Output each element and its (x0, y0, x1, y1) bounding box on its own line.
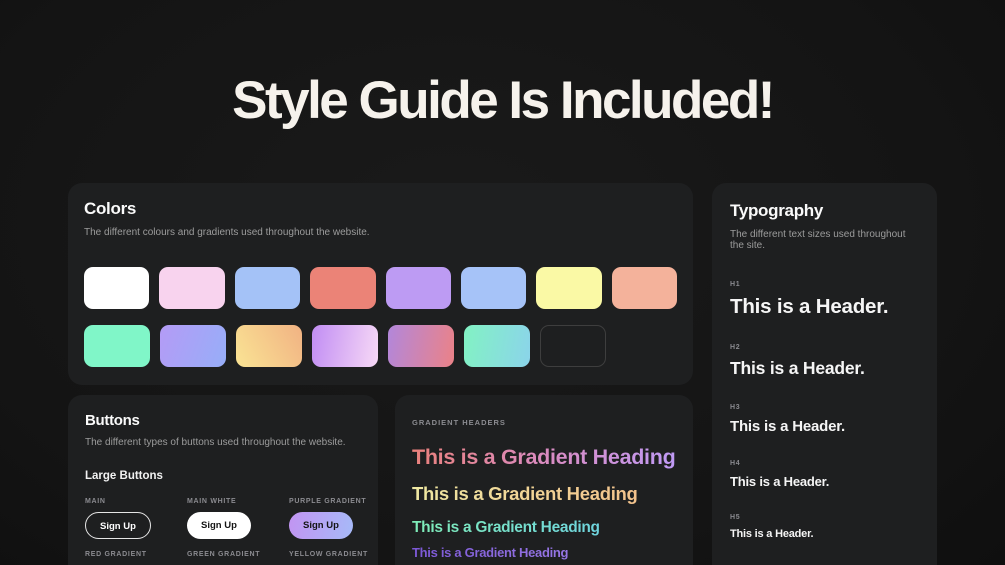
type-sample-h1: H1 This is a Header. (730, 273, 919, 319)
button-cell-red-gradient: RED GRADIENT Sign Up (85, 551, 187, 565)
color-swatch-row-2 (84, 325, 677, 367)
gradient-heading-h3: This is a Gradient Heading (412, 519, 600, 536)
gradient-heading-h4: This is a Gradient Heading (412, 545, 569, 560)
typography-card: Typography The different text sizes used… (712, 183, 937, 565)
type-tag-h5: H5 (730, 514, 741, 521)
color-swatch-white (84, 267, 150, 309)
color-swatch-red (310, 267, 376, 309)
type-text-h4: This is a Header. (730, 474, 830, 489)
button-cell-main-white: MAIN WHITE Sign Up (187, 498, 289, 539)
type-tag-h2: H2 (730, 344, 741, 351)
type-tag-h3: H3 (730, 404, 741, 411)
type-text-h2: This is a Header. (730, 358, 865, 378)
page-title: Style Guide Is Included! (232, 71, 775, 130)
button-label-yellow-gradient: YELLOW GRADIENT (289, 551, 368, 558)
typography-card-subtitle: The different text sizes used throughout… (730, 229, 906, 251)
color-swatch-peach (611, 267, 677, 309)
gradient-headers-card: GRADIENT HEADERS This is a Gradient Head… (395, 395, 693, 565)
button-cell-purple-gradient: PURPLE GRADIENT Sign Up (289, 498, 378, 539)
buttons-grid: MAIN Sign Up MAIN WHITE Sign Up PURPLE G… (85, 498, 367, 565)
type-sample-h2: H2 This is a Header. (730, 336, 919, 379)
buttons-card-subtitle: The different types of buttons used thro… (85, 437, 346, 448)
color-swatch-violet-pink-gradient (312, 325, 378, 367)
color-swatch-purple (385, 267, 451, 309)
color-swatch-row-1 (84, 267, 677, 309)
buttons-card: Buttons The different types of buttons u… (68, 395, 378, 565)
button-label-main: MAIN (85, 498, 106, 505)
type-tag-h4: H4 (730, 460, 741, 467)
button-cell-green-gradient: GREEN GRADIENT Sign Up (187, 551, 289, 565)
color-swatch-yellow-peach-gradient (236, 325, 302, 367)
signup-button-purple-gradient[interactable]: Sign Up (289, 512, 353, 539)
style-guide-page: Style Guide Is Included! Colors The diff… (0, 0, 1005, 565)
colors-card: Colors The different colours and gradien… (68, 183, 693, 385)
button-label-red-gradient: RED GRADIENT (85, 551, 147, 558)
signup-button-main[interactable]: Sign Up (85, 512, 151, 539)
type-text-h5: This is a Header. (730, 528, 814, 540)
color-swatch-blue (234, 267, 301, 309)
type-text-h1: This is a Header. (730, 295, 889, 318)
type-sample-h3: H3 This is a Header. (730, 396, 919, 435)
type-tag-h1: H1 (730, 281, 741, 288)
button-cell-main: MAIN Sign Up (85, 498, 187, 539)
large-buttons-section-label: Large Buttons (85, 470, 163, 482)
color-swatch-purple-red-gradient (388, 325, 454, 367)
colors-card-subtitle: The different colours and gradients used… (84, 227, 370, 238)
button-label-main-white: MAIN WHITE (187, 498, 237, 505)
button-label-green-gradient: GREEN GRADIENT (187, 551, 261, 558)
type-sample-h6: H6 This is a Header. (730, 557, 919, 565)
button-label-purple-gradient: PURPLE GRADIENT (289, 498, 367, 505)
gradient-heading-h2: This is a Gradient Heading (412, 483, 638, 504)
color-swatch-outline-empty (540, 325, 606, 367)
color-swatch-pink (159, 267, 225, 309)
color-swatch-yellow (536, 267, 602, 309)
typography-card-title: Typography (730, 201, 824, 220)
color-swatch-mint (84, 325, 150, 367)
color-swatch-mint-sky-gradient (464, 325, 530, 367)
colors-card-title: Colors (84, 199, 137, 218)
gradient-headers-label: GRADIENT HEADERS (412, 418, 506, 427)
type-text-h3: This is a Header. (730, 418, 845, 435)
type-sample-h5: H5 This is a Header. (730, 506, 919, 540)
buttons-card-title: Buttons (85, 412, 140, 429)
gradient-heading-h1: This is a Gradient Heading (412, 445, 676, 469)
color-swatch-blue-alt (460, 267, 527, 309)
signup-button-main-white[interactable]: Sign Up (187, 512, 251, 539)
type-sample-h4: H4 This is a Header. (730, 452, 919, 489)
color-swatch-purple-blue-gradient (160, 325, 226, 367)
button-cell-yellow-gradient: YELLOW GRADIENT Sign Up (289, 551, 378, 565)
